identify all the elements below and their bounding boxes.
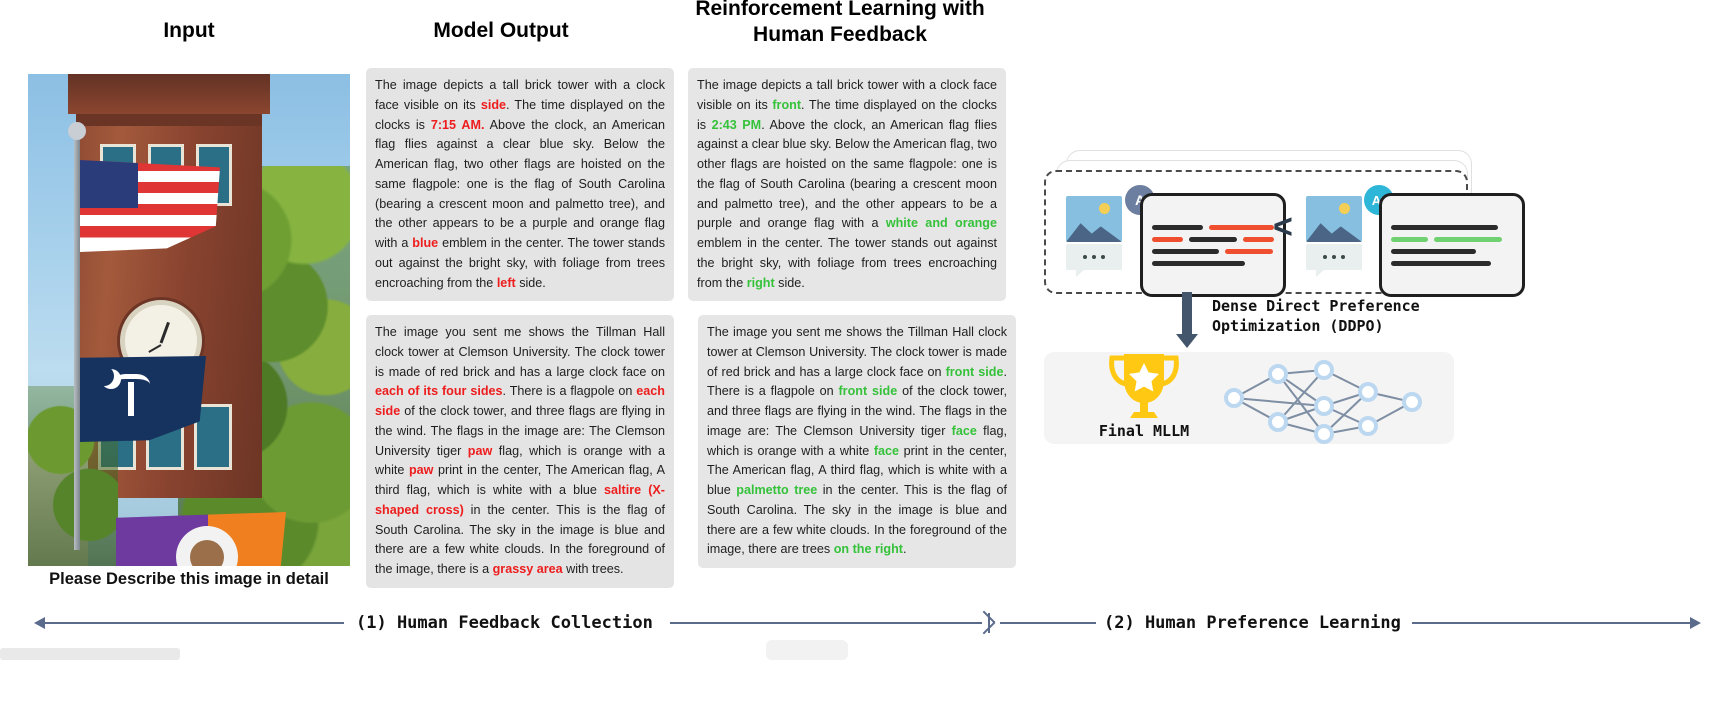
rlhf-heading-line2: Human Feedback	[753, 22, 927, 46]
stage1-axis-right	[670, 622, 982, 624]
model-output-response-1: The image depicts a tall brick tower wit…	[366, 68, 674, 302]
input-image	[28, 74, 350, 566]
highlight-red: grassy area	[492, 562, 563, 577]
rlhf-response-1: The image depicts a tall brick tower wit…	[688, 68, 1006, 302]
stage2-axis-right	[1412, 622, 1690, 624]
highlight-green: face	[951, 423, 977, 438]
highlight-green: front side	[838, 384, 898, 399]
thumbnail-image-icon	[1066, 196, 1122, 242]
response-text: side.	[774, 275, 805, 290]
response-text: .	[902, 542, 907, 557]
ddpo-label: Dense Direct Preference Optimization (DD…	[1212, 296, 1420, 337]
chat-bubble-icon	[1066, 244, 1122, 277]
ddpo-arrow-head	[1176, 334, 1198, 348]
flag-emblem-face	[190, 540, 224, 566]
highlight-green: front side	[945, 364, 1004, 379]
stage1-axis-left	[44, 622, 344, 624]
stage-divider-tick	[988, 613, 990, 633]
card-line-row	[1391, 224, 1513, 230]
response-card-a-star	[1379, 193, 1525, 297]
sample-a-star-thumbnail	[1306, 196, 1362, 277]
input-caption: Please Describe this image in detail	[49, 570, 329, 588]
highlight-green: front	[772, 97, 802, 112]
card-line-row	[1152, 260, 1274, 266]
trophy-icon	[1109, 354, 1179, 418]
less-than-operator: <	[1273, 208, 1293, 246]
highlight-red: paw	[408, 463, 434, 478]
highlight-red: left	[496, 275, 516, 290]
highlight-green: white and orange	[885, 216, 997, 231]
card-line-row	[1152, 224, 1274, 230]
stage1-label: (1) Human Feedback Collection	[356, 613, 653, 633]
response-card-a	[1140, 193, 1286, 297]
card-line-row	[1152, 236, 1275, 242]
response-text: . There is a flagpole on	[502, 384, 637, 399]
response-text: The image you sent me shows the Tillman …	[375, 325, 665, 379]
stage2-label: (2) Human Preference Learning	[1104, 613, 1401, 633]
ddpo-arrow-shaft	[1182, 292, 1192, 336]
ddpo-label-line1: Dense Direct Preference	[1212, 297, 1420, 315]
highlight-green: face	[873, 443, 900, 458]
thumbnail-image-icon	[1306, 196, 1362, 242]
bottom-left-strip	[0, 648, 180, 660]
column-heading-model-output: Model Output	[433, 19, 569, 42]
highlight-red: paw	[467, 443, 493, 458]
neural-network-icon	[1224, 360, 1422, 444]
response-text: side.	[515, 275, 546, 290]
flag-canton	[80, 160, 138, 208]
highlight-red: side	[480, 97, 507, 112]
sample-a-thumbnail	[1066, 196, 1122, 277]
preference-learning-diagram: A < A* Dense Direct Preference Optimizat…	[1030, 140, 1525, 460]
highlight-green: on the right	[833, 542, 903, 557]
model-output-response-2: The image you sent me shows the Tillman …	[366, 315, 674, 588]
response-text: Above the clock, an American flag flies …	[375, 117, 665, 251]
palmetto-fronds	[112, 374, 150, 395]
tower-band	[76, 114, 262, 126]
stage2-right-arrow	[1690, 617, 1701, 629]
card-line-row	[1391, 248, 1513, 254]
stage2-axis-left	[1000, 622, 1096, 624]
response-text: with trees.	[562, 562, 624, 577]
rlhf-response-2: The image you sent me shows the Tillman …	[698, 315, 1016, 569]
column-heading-rlhf: Reinforcement Learning with Human Feedba…	[690, 0, 990, 47]
clemson-flag	[116, 512, 286, 566]
final-mllm-label: Final MLLM	[1098, 422, 1190, 440]
highlight-green: palmetto tree	[736, 483, 818, 498]
highlight-green: right	[746, 275, 775, 290]
highlight-green: 2:43 PM	[711, 117, 762, 132]
ddpo-label-line2: Optimization (DDPO)	[1212, 317, 1384, 336]
card-line-row	[1152, 248, 1274, 254]
column-heading-input: Input	[163, 19, 215, 42]
highlight-red: blue	[412, 236, 439, 251]
tower-cap	[68, 74, 270, 114]
bottom-center-pill	[766, 640, 848, 660]
rlhf-heading-line1: Reinforcement Learning with	[695, 0, 985, 20]
highlight-red: 7:15 AM.	[430, 117, 485, 132]
crescent-moon	[94, 366, 114, 386]
response-text: emblem in the center. The tower stands o…	[697, 236, 997, 290]
card-line-row	[1391, 236, 1513, 242]
chat-bubble-icon	[1306, 244, 1362, 277]
response-text: . Above the clock, an American flag flie…	[697, 117, 997, 231]
highlight-red: each of its four sides	[375, 384, 503, 399]
flagpole-finial	[68, 122, 86, 140]
clemson-tower-photo	[28, 74, 350, 566]
flagpole	[74, 130, 80, 550]
card-line-row	[1391, 260, 1513, 266]
